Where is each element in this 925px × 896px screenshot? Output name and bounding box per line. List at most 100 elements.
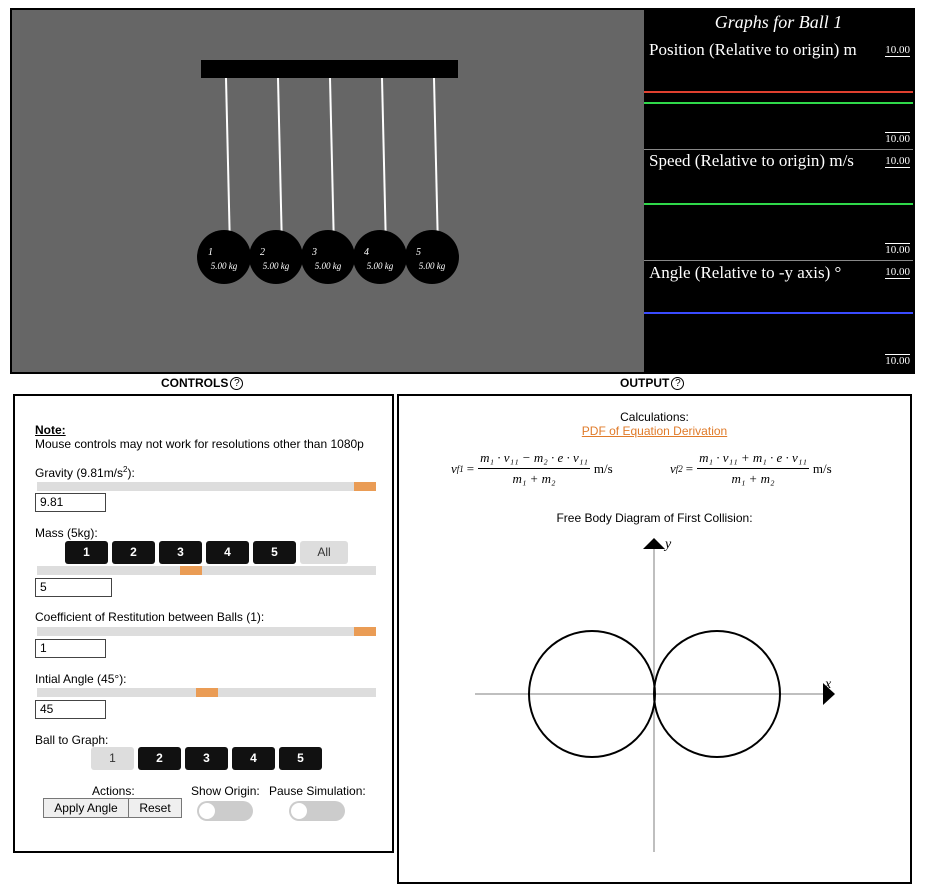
calculations-label: Calculations: xyxy=(620,410,689,424)
position-graph-top-tick: 10.00 xyxy=(885,44,910,57)
equation-vf1: v f1 = m₁ · v₁₁ − m₂ · e · v₁₁ m₁ + m₂ m/… xyxy=(451,450,613,487)
help-icon[interactable]: ? xyxy=(671,376,685,390)
eq2-numerator: m₁ · v₁₁ + m₁ · e · v₁₁ xyxy=(697,450,809,469)
ball-number-label: 3 xyxy=(311,247,317,258)
controls-header: CONTROLS ? xyxy=(161,376,244,390)
graph-title: Graphs for Ball 1 xyxy=(714,12,843,32)
ball-to-graph-buttons: 1 2 3 4 5 xyxy=(91,747,322,770)
pdf-derivation-link[interactable]: PDF of Equation Derivation xyxy=(582,424,727,438)
ball-number-label: 5 xyxy=(416,247,421,258)
ball-mass-label: 5.00 kg xyxy=(367,261,394,271)
eq2-denominator: m₁ + m₂ xyxy=(731,471,775,486)
ball-number-label: 1 xyxy=(208,247,213,258)
gravity-slider-thumb[interactable] xyxy=(354,482,376,491)
eq1-unit: m/s xyxy=(593,460,613,476)
eq1-denominator: m₁ + m₂ xyxy=(512,471,556,486)
ball-mass-label: 5.00 kg xyxy=(211,261,238,271)
gravity-label-suffix: ): xyxy=(127,466,135,480)
mass-ball-buttons: 1 2 3 4 5 All xyxy=(65,541,348,564)
y-axis-label: y xyxy=(663,537,672,552)
graph-ball-button-4[interactable]: 4 xyxy=(232,747,275,770)
ball-to-graph-label: Ball to Graph: xyxy=(35,733,109,747)
mass-ball-button-3[interactable]: 3 xyxy=(159,541,202,564)
cradle-top-bar xyxy=(201,60,458,78)
gravity-label: Gravity (9.81m/s2): xyxy=(35,465,135,480)
reset-button[interactable]: Reset xyxy=(128,798,182,818)
angle-label: Intial Angle (45°): xyxy=(35,672,127,686)
ball-mass-label: 5.00 kg xyxy=(263,261,290,271)
simulation-canvas[interactable]: 1 5.00 kg 2 5.00 kg 3 5.00 kg 4 5.00 kg 5 5.00 kg… xyxy=(10,8,915,374)
graph-ball-button-1[interactable]: 1 xyxy=(91,747,134,770)
angle-input[interactable]: 45 xyxy=(35,700,106,719)
angle-series-line xyxy=(644,312,913,314)
pendulum-string xyxy=(433,77,439,250)
pendulum-ball-5[interactable] xyxy=(405,230,459,284)
eq2-unit: m/s xyxy=(812,460,832,476)
mass-slider[interactable] xyxy=(37,566,376,575)
position-graph-bottom-tick: 10.00 xyxy=(885,132,910,145)
eq2-fraction: m₁ · v₁₁ + m₁ · e · v₁₁ m₁ + m₂ xyxy=(697,450,809,487)
pendulum-ball-2[interactable] xyxy=(249,230,303,284)
toggle-knob xyxy=(199,803,215,819)
restitution-input[interactable]: 1 xyxy=(35,639,106,658)
note-text: Mouse controls may not work for resoluti… xyxy=(35,437,364,451)
gravity-slider[interactable] xyxy=(37,482,376,491)
mass-slider-thumb[interactable] xyxy=(180,566,202,575)
angle-graph-bottom-tick: 10.00 xyxy=(885,354,910,367)
eq1-lhs-sub: f1 xyxy=(456,463,464,474)
speed-graph-top-tick: 10.00 xyxy=(885,155,910,168)
output-header-label: OUTPUT xyxy=(620,376,670,390)
speed-series-line xyxy=(644,203,913,205)
restitution-slider-thumb[interactable] xyxy=(354,627,376,636)
show-origin-label: Show Origin: xyxy=(191,784,260,798)
pendulum-ball-1[interactable] xyxy=(197,230,251,284)
mass-ball-button-1[interactable]: 1 xyxy=(65,541,108,564)
equals-sign: = xyxy=(685,460,694,476)
mass-all-button[interactable]: All xyxy=(300,541,348,564)
eq1-fraction: m₁ · v₁₁ − m₂ · e · v₁₁ m₁ + m₂ xyxy=(478,450,590,487)
ball-number-label: 4 xyxy=(364,247,369,258)
pause-simulation-toggle[interactable] xyxy=(289,801,345,821)
pause-simulation-label: Pause Simulation: xyxy=(269,784,366,798)
position-graph-label: Position (Relative to origin) m xyxy=(649,40,857,59)
newtons-cradle[interactable]: 1 5.00 kg 2 5.00 kg 3 5.00 kg 4 5.00 kg 5 5.00 kg xyxy=(12,10,644,372)
mass-ball-button-2[interactable]: 2 xyxy=(112,541,155,564)
graph-ball-button-2[interactable]: 2 xyxy=(138,747,181,770)
y-axis-arrow-icon xyxy=(643,538,665,549)
graph-ball-button-3[interactable]: 3 xyxy=(185,747,228,770)
restitution-label: Coefficient of Restitution between Balls… xyxy=(35,610,265,624)
mass-label: Mass (5kg): xyxy=(35,526,98,540)
angle-graph-top-tick: 10.00 xyxy=(885,266,910,279)
ball-mass-label: 5.00 kg xyxy=(315,261,342,271)
speed-graph-label: Speed (Relative to origin) m/s xyxy=(649,151,854,170)
pendulum-string xyxy=(225,77,231,250)
angle-slider-thumb[interactable] xyxy=(196,688,218,697)
graph-ball-button-5[interactable]: 5 xyxy=(279,747,322,770)
show-origin-toggle[interactable] xyxy=(197,801,253,821)
angle-graph-label: Angle (Relative to -y axis) ° xyxy=(649,263,842,282)
mass-input[interactable]: 5 xyxy=(35,578,112,597)
angle-slider[interactable] xyxy=(37,688,376,697)
mass-ball-button-5[interactable]: 5 xyxy=(253,541,296,564)
mass-ball-button-4[interactable]: 4 xyxy=(206,541,249,564)
ball-number-label: 2 xyxy=(260,247,265,258)
pendulum-ball-4[interactable] xyxy=(353,230,407,284)
gravity-input[interactable]: 9.81 xyxy=(35,493,106,512)
help-icon[interactable]: ? xyxy=(230,376,244,390)
graph-divider xyxy=(644,260,913,261)
pendulum-ball-3[interactable] xyxy=(301,230,355,284)
pdf-link-wrap: PDF of Equation Derivation xyxy=(399,424,910,438)
equation-vf2: v f2 = m₁ · v₁₁ + m₁ · e · v₁₁ m₁ + m₂ m/… xyxy=(670,450,832,487)
output-header: OUTPUT ? xyxy=(620,376,685,390)
position-series-line-red xyxy=(644,91,913,93)
restitution-slider[interactable] xyxy=(37,627,376,636)
actions-label: Actions: xyxy=(92,784,135,798)
ball-mass-label: 5.00 kg xyxy=(419,261,446,271)
pendulum-string xyxy=(381,77,387,250)
fbd-title: Free Body Diagram of First Collision: xyxy=(556,511,753,525)
apply-angle-button[interactable]: Apply Angle xyxy=(43,798,129,818)
equals-sign: = xyxy=(466,460,475,476)
x-axis-label: x xyxy=(824,677,832,692)
output-panel: x y Calculations: PDF of Equation Deriva… xyxy=(397,394,912,884)
controls-panel: Note: Mouse controls may not work for re… xyxy=(13,394,394,853)
